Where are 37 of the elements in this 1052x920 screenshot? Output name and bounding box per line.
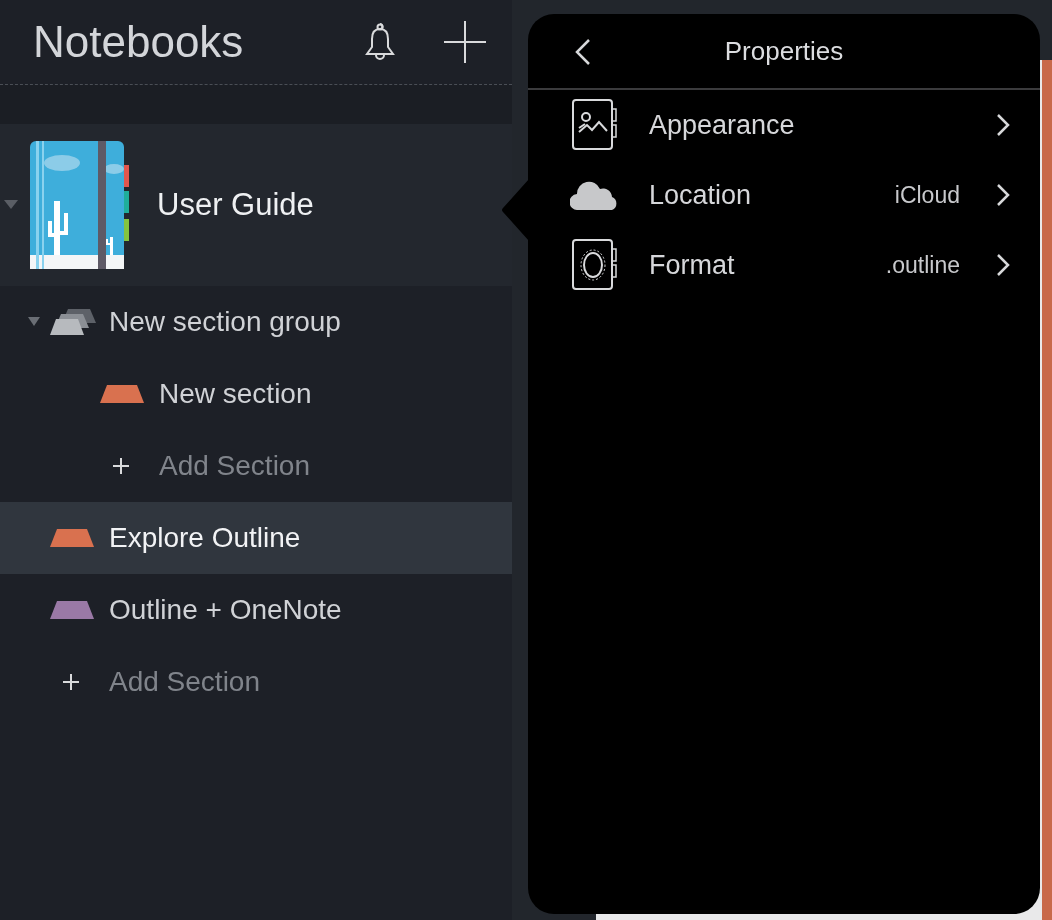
notebook-cover-icon xyxy=(30,141,130,269)
section-row[interactable]: New section xyxy=(0,358,512,430)
property-row[interactable]: Appearance xyxy=(528,90,1040,160)
section-label: Outline + OneNote xyxy=(109,594,342,626)
section-group-row[interactable]: New section group xyxy=(0,286,512,358)
sidebar-title: Notebooks xyxy=(33,17,245,67)
bell-icon[interactable] xyxy=(365,22,395,62)
property-label: Appearance xyxy=(649,109,796,141)
property-value: .outline xyxy=(885,251,960,279)
section-label: Explore Outline xyxy=(109,522,301,554)
property-label: Format xyxy=(649,249,736,281)
add-section-row[interactable]: Add Section xyxy=(0,430,512,502)
property-label: Location xyxy=(649,179,753,211)
chevron-right-icon xyxy=(996,113,1010,137)
popover-title: Properties xyxy=(724,35,844,67)
chevron-right-icon xyxy=(996,183,1010,207)
property-row[interactable]: Format .outline xyxy=(528,230,1040,300)
add-section-label: Add Section xyxy=(109,666,260,698)
section-row[interactable]: Outline + OneNote xyxy=(0,574,512,646)
chevron-right-icon xyxy=(996,253,1010,277)
section-row[interactable]: Explore Outline xyxy=(0,502,512,574)
picture-notebook-icon xyxy=(570,99,620,151)
disclosure-triangle-icon[interactable] xyxy=(28,317,40,327)
add-section-label: Add Section xyxy=(159,450,310,482)
back-button[interactable] xyxy=(573,38,591,66)
plus-icon xyxy=(62,673,80,691)
add-icon[interactable] xyxy=(444,21,486,63)
add-section-row[interactable]: Add Section xyxy=(0,646,512,718)
plus-icon xyxy=(112,457,130,475)
section-group-icon xyxy=(50,309,98,335)
notebook-ring-icon xyxy=(570,239,620,291)
property-value: iCloud xyxy=(894,181,960,209)
property-row[interactable]: Location iCloud xyxy=(528,160,1040,230)
notebook-row[interactable]: User Guide xyxy=(0,124,512,286)
section-group-label: New section group xyxy=(109,306,341,338)
section-label: New section xyxy=(159,378,312,410)
notebook-name: User Guide xyxy=(157,187,314,223)
